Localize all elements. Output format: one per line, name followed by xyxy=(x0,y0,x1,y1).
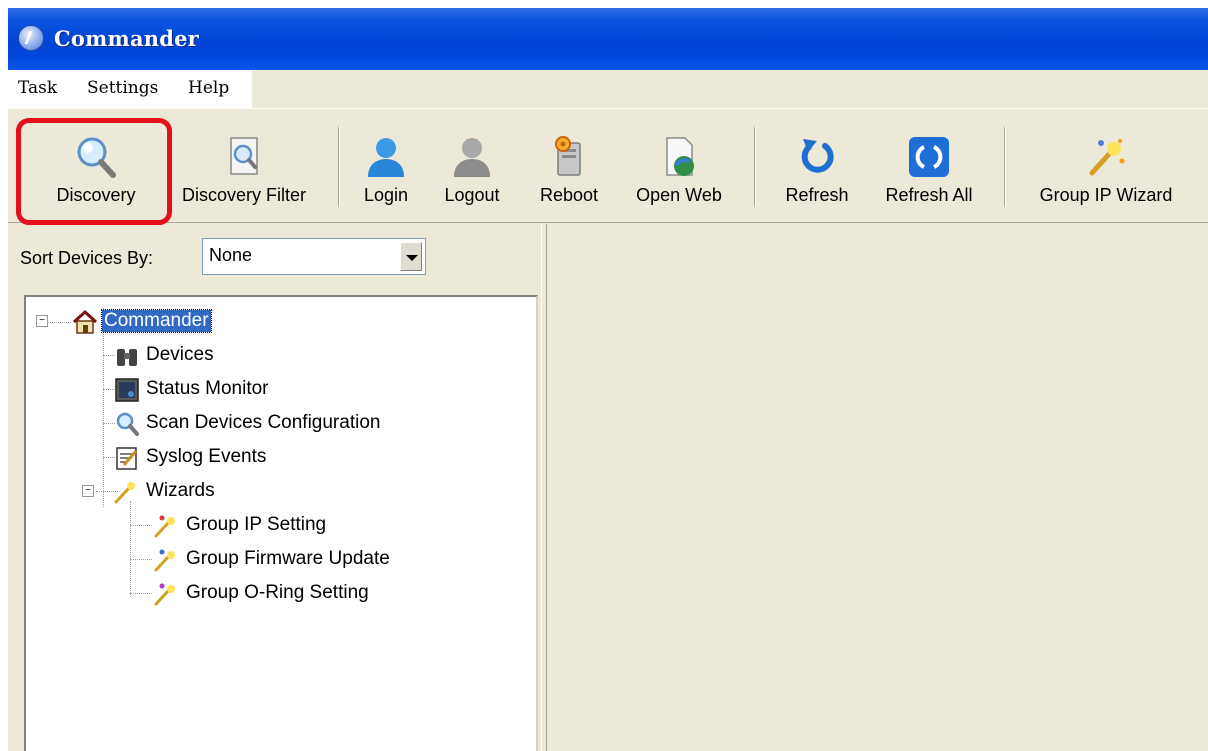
tree-label-scan-devices: Scan Devices Configuration xyxy=(146,412,381,433)
menu-help[interactable]: Help xyxy=(188,78,229,98)
tree-label-syslog-events: Syslog Events xyxy=(146,446,267,467)
chevron-down-icon[interactable] xyxy=(400,242,422,271)
user-blue-icon xyxy=(368,138,404,177)
refresh-all-label: Refresh All xyxy=(885,185,973,205)
logout-label: Logout xyxy=(444,185,500,205)
user-gray-icon xyxy=(454,138,490,177)
tree-item-devices[interactable]: Devices xyxy=(26,341,326,373)
menu-task[interactable]: Task xyxy=(18,78,57,98)
refresh-all-button[interactable]: Refresh All xyxy=(870,109,988,221)
wand-purple-icon xyxy=(154,583,175,606)
collapse-icon[interactable]: − xyxy=(36,315,48,327)
wand-red-icon xyxy=(154,515,175,538)
window-title: Commander xyxy=(54,26,199,51)
toolbar-separator xyxy=(1004,127,1006,207)
open-web-label: Open Web xyxy=(636,185,722,205)
reboot-icon xyxy=(555,136,581,176)
reboot-label: Reboot xyxy=(539,185,599,205)
refresh-all-icon xyxy=(909,137,949,177)
monitor-icon xyxy=(115,378,139,402)
tree-item-wizards[interactable]: − Wizards xyxy=(26,477,326,509)
sort-devices-dropdown[interactable]: None xyxy=(202,238,426,275)
login-button[interactable]: Login xyxy=(350,109,422,221)
filter-document-icon xyxy=(230,137,258,175)
collapse-icon[interactable]: − xyxy=(82,485,94,497)
content-pane xyxy=(548,224,1208,751)
wand-icon xyxy=(114,482,135,504)
tree-item-group-firmware-update[interactable]: Group Firmware Update xyxy=(26,545,426,577)
tree-item-group-ip-setting[interactable]: Group IP Setting xyxy=(26,511,386,543)
notepad-icon xyxy=(116,447,138,470)
tree-label-commander: Commander xyxy=(101,309,212,333)
toolbar-separator xyxy=(338,127,340,207)
sort-devices-value: None xyxy=(209,245,253,265)
discovery-filter-label: Discovery Filter xyxy=(181,185,306,205)
logout-button[interactable]: Logout xyxy=(434,109,510,221)
title-bar[interactable]: Commander xyxy=(8,8,1208,70)
refresh-icon xyxy=(801,139,834,173)
group-ip-wizard-label: Group IP Wizard xyxy=(1039,185,1173,205)
open-web-button[interactable]: Open Web xyxy=(622,109,736,221)
toolbar: Discovery Discovery Filter Login Logout … xyxy=(8,108,1208,225)
device-tree[interactable]: − Commander Devices Status Monitor Scan … xyxy=(24,295,538,751)
tree-item-syslog-events[interactable]: Syslog Events xyxy=(26,443,326,475)
tree-item-scan-devices[interactable]: Scan Devices Configuration xyxy=(26,409,426,441)
tree-item-group-o-ring-setting[interactable]: Group O-Ring Setting xyxy=(26,579,426,611)
group-ip-wizard-button[interactable]: Group IP Wizard xyxy=(1016,109,1196,221)
login-label: Login xyxy=(363,185,409,205)
tree-label-group-o-ring-setting: Group O-Ring Setting xyxy=(186,582,369,603)
tree-item-status-monitor[interactable]: Status Monitor xyxy=(26,375,326,407)
discovery-highlight-box xyxy=(16,118,172,225)
wand-blue-icon xyxy=(154,549,175,572)
binoculars-icon xyxy=(117,349,137,366)
tree-label-status-monitor: Status Monitor xyxy=(146,378,269,399)
sort-devices-label: Sort Devices By: xyxy=(20,248,154,268)
magnifier-icon xyxy=(116,412,139,436)
tree-label-group-ip-setting: Group IP Setting xyxy=(186,514,327,535)
pane-splitter[interactable] xyxy=(541,224,547,751)
tree-item-commander[interactable]: − Commander xyxy=(26,307,326,339)
menu-bar-filler xyxy=(252,70,1208,108)
web-page-icon xyxy=(666,137,694,176)
wizard-wand-icon xyxy=(1089,139,1125,176)
refresh-label: Refresh xyxy=(785,185,849,205)
tree-label-devices: Devices xyxy=(146,344,214,365)
menu-bar: Task Settings Help xyxy=(8,70,252,108)
menu-settings[interactable]: Settings xyxy=(87,78,158,98)
reboot-button[interactable]: Reboot xyxy=(528,109,610,221)
discovery-filter-button[interactable]: Discovery Filter xyxy=(168,109,320,221)
tree-label-group-firmware-update: Group Firmware Update xyxy=(186,548,390,569)
tree-label-wizards: Wizards xyxy=(146,480,215,501)
toolbar-separator xyxy=(754,127,756,207)
home-icon xyxy=(72,309,98,334)
commander-app-icon[interactable] xyxy=(18,25,44,51)
refresh-button[interactable]: Refresh xyxy=(768,109,866,221)
application-window: Commander Task Settings Help Discovery D… xyxy=(8,8,1208,751)
